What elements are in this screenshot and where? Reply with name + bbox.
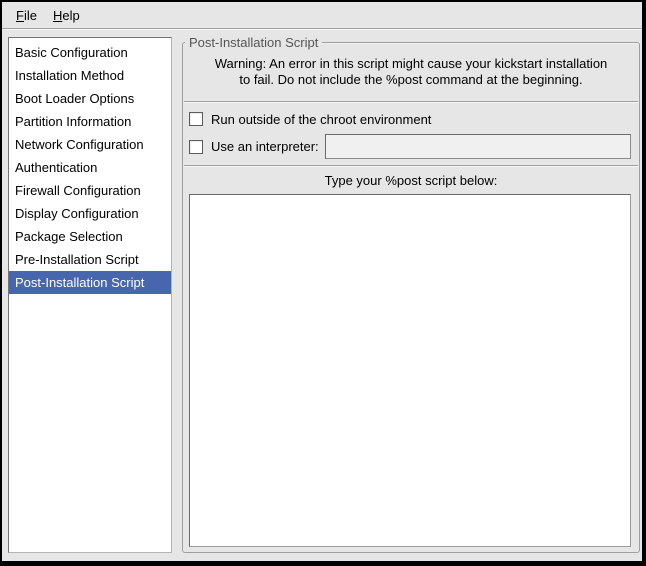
post-script-textarea[interactable] [189, 194, 631, 547]
menu-help[interactable]: Help [45, 5, 88, 26]
sidebar-item-display-configuration[interactable]: Display Configuration [9, 202, 171, 225]
sidebar-item-basic-configuration[interactable]: Basic Configuration [9, 41, 171, 64]
script-area-label: Type your %post script below: [183, 173, 639, 188]
run-outside-chroot-label: Run outside of the chroot environment [211, 112, 431, 127]
sidebar-item-post-installation-script[interactable]: Post-Installation Script [9, 271, 171, 294]
sidebar-item-network-configuration[interactable]: Network Configuration [9, 133, 171, 156]
sidebar-item-pre-installation-script[interactable]: Pre-Installation Script [9, 248, 171, 271]
sidebar-item-boot-loader-options[interactable]: Boot Loader Options [9, 87, 171, 110]
warning-line-2: to fail. Do not include the %post comman… [183, 72, 639, 88]
separator [184, 165, 638, 167]
menubar: File Help [2, 2, 642, 29]
menu-file[interactable]: File [8, 5, 45, 26]
frame-title: Post-Installation Script [185, 35, 322, 50]
post-installation-script-frame: Post-Installation Script Warning: An err… [182, 42, 640, 553]
section-list: Basic Configuration Installation Method … [8, 37, 172, 553]
sidebar-item-partition-information[interactable]: Partition Information [9, 110, 171, 133]
interpreter-input[interactable] [325, 134, 631, 159]
sidebar-item-authentication[interactable]: Authentication [9, 156, 171, 179]
interpreter-option-row: Use an interpreter: [189, 133, 631, 160]
use-interpreter-checkbox[interactable] [189, 140, 203, 154]
menu-help-label: elp [62, 8, 79, 23]
use-interpreter-label: Use an interpreter: [211, 139, 319, 154]
menu-help-accel: H [53, 8, 62, 23]
sidebar-item-firewall-configuration[interactable]: Firewall Configuration [9, 179, 171, 202]
menu-file-label: ile [24, 8, 37, 23]
kickstart-configurator-window: File Help Basic Configuration Installati… [0, 0, 646, 566]
warning-line-1: Warning: An error in this script might c… [183, 56, 639, 72]
run-outside-chroot-checkbox[interactable] [189, 112, 203, 126]
menu-file-accel: F [16, 8, 24, 23]
separator [184, 101, 638, 103]
sidebar-item-package-selection[interactable]: Package Selection [9, 225, 171, 248]
sidebar-item-installation-method[interactable]: Installation Method [9, 64, 171, 87]
warning-text: Warning: An error in this script might c… [183, 56, 639, 88]
chroot-option-row: Run outside of the chroot environment [189, 107, 631, 131]
